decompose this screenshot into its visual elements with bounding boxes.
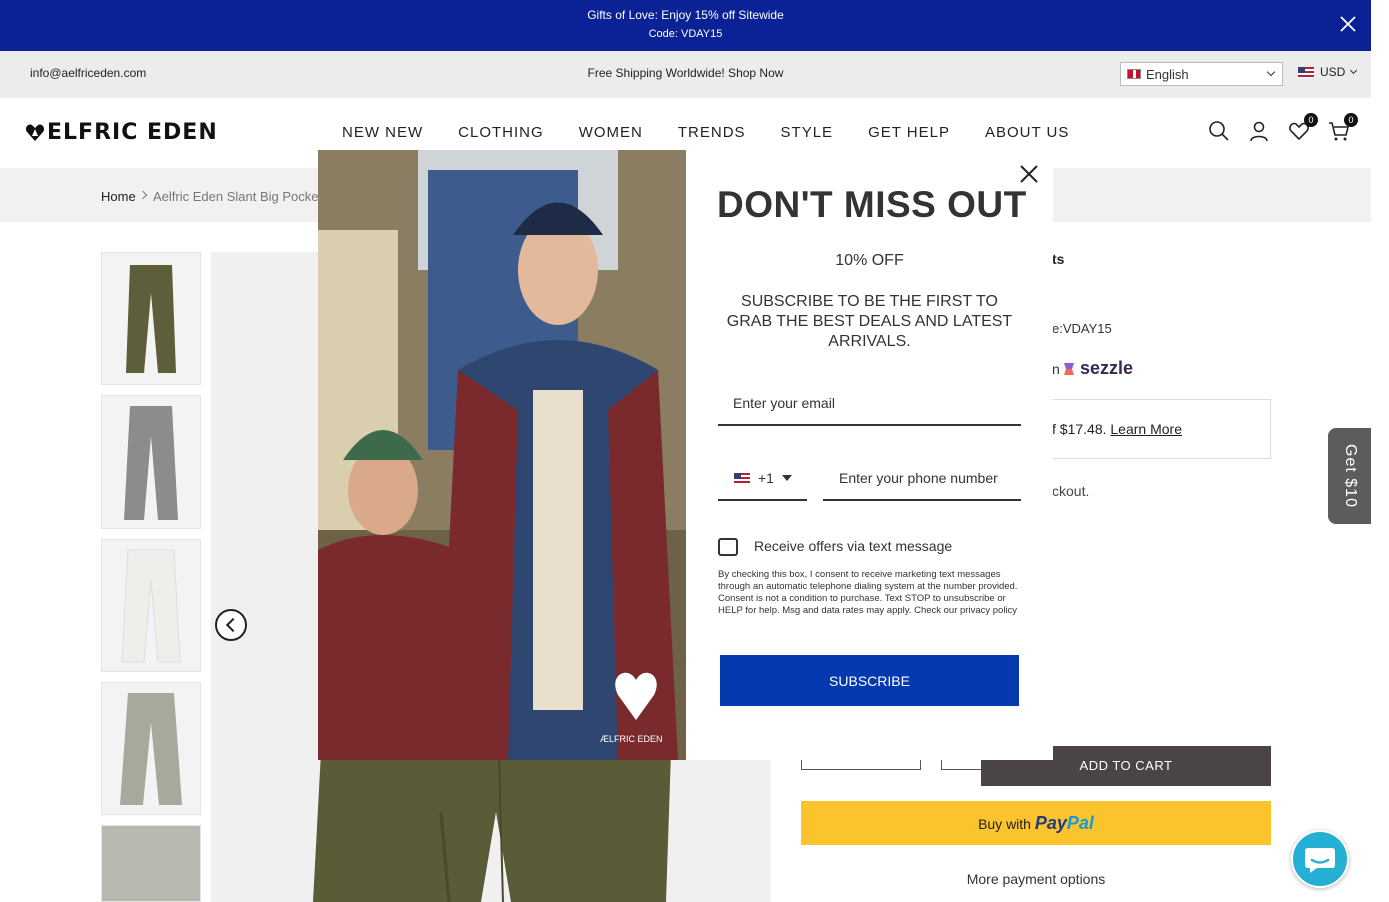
close-icon[interactable] — [1018, 163, 1040, 185]
legal-text: By checking this box, I consent to recei… — [718, 569, 1018, 616]
nav-item-about-us[interactable]: ABOUT US — [985, 124, 1069, 141]
installment-text: f $17.48. Learn More — [1052, 421, 1182, 437]
popup-subtitle: SUBSCRIBE TO BE THE FIRST TO GRAB THE BE… — [726, 293, 1013, 350]
topbar: info@aelfriceden.com Free Shipping World… — [0, 51, 1371, 98]
get-10-label: Get $10 — [1341, 444, 1359, 508]
nav-item-new[interactable]: NEW NEW — [342, 124, 423, 141]
cart-count-badge: 0 — [1344, 113, 1358, 127]
us-flag-icon — [734, 472, 750, 484]
wishlist-count-badge: 0 — [1304, 113, 1318, 127]
sezzle-logo[interactable]: sezzle — [1061, 358, 1133, 379]
email-field[interactable] — [718, 382, 1021, 426]
phone-field[interactable] — [823, 457, 1021, 501]
pants-image — [124, 406, 178, 520]
currency-select[interactable]: USD — [1298, 65, 1358, 79]
nav-item-trends[interactable]: TRENDS — [678, 124, 746, 141]
subscribe-button[interactable]: SUBSCRIBE — [720, 655, 1019, 706]
paypal-logo-pay: Pay — [1034, 813, 1067, 833]
product-title: ts — [1052, 251, 1065, 267]
sezzle-label: sezzle — [1080, 358, 1134, 378]
chevron-down-icon — [1266, 67, 1276, 77]
caret-down-icon — [781, 475, 792, 481]
pants-image — [126, 265, 176, 373]
search-icon[interactable] — [1208, 120, 1230, 142]
paypal-logo-pal: Pal — [1066, 813, 1094, 833]
announcement-bar: Gifts of Love: Enjoy 15% off Sitewide Co… — [0, 0, 1371, 51]
breadcrumb-home[interactable]: Home — [101, 189, 136, 204]
chevron-down-icon — [1350, 66, 1358, 75]
sezzle-prefix: n — [1052, 361, 1060, 377]
popup-offer: 10% OFF — [835, 252, 904, 269]
paypal-prefix: Buy with — [978, 816, 1031, 832]
sms-consent-checkbox[interactable] — [718, 538, 738, 556]
get-10-tab[interactable]: Get $10 — [1328, 428, 1371, 524]
more-payment-options-link[interactable]: More payment options — [801, 871, 1271, 887]
product-thumbnail[interactable] — [101, 395, 201, 529]
announcement-text: Gifts of Love: Enjoy 15% off Sitewide — [587, 8, 784, 22]
nav-item-get-help[interactable]: GET HELP — [868, 124, 950, 141]
models-photo: ÆLFRIC EDEN — [318, 150, 686, 760]
nav-item-style[interactable]: STYLE — [781, 124, 834, 141]
sms-consent-label: Receive offers via text message — [754, 538, 953, 554]
nav-item-clothing[interactable]: CLOTHING — [458, 124, 544, 141]
sezzle-icon — [1064, 362, 1074, 375]
chat-button[interactable] — [1291, 830, 1349, 888]
country-code-select[interactable]: +1 — [718, 457, 807, 501]
country-code-label: +1 — [758, 470, 774, 486]
previous-image-button[interactable] — [215, 609, 247, 641]
discount-code: e:VDAY15 — [1052, 321, 1112, 336]
header-icons: 0 0 — [1208, 113, 1358, 142]
logo-text: ELFRIC EDEN — [47, 120, 218, 145]
breadcrumb-current: Aelfric Eden Slant Big Pocket C — [153, 189, 336, 204]
language-select[interactable]: English — [1120, 62, 1283, 86]
main-nav: NEW NEW CLOTHING WOMEN TRENDS STYLE GET … — [342, 124, 1069, 141]
account-icon[interactable] — [1248, 120, 1270, 142]
wishlist-button[interactable]: 0 — [1288, 113, 1318, 142]
chevron-right-icon — [138, 190, 148, 200]
announcement-code: Code: VDAY15 — [648, 28, 723, 40]
language-label: English — [1146, 66, 1189, 82]
nav-item-women[interactable]: WOMEN — [579, 124, 643, 141]
us-flag-icon — [1298, 66, 1314, 78]
learn-more-link[interactable]: Learn More — [1110, 421, 1182, 437]
site-logo[interactable]: ELFRIC EDEN — [25, 120, 218, 145]
cart-button[interactable]: 0 — [1328, 113, 1358, 142]
popup-image-logo: ÆLFRIC EDEN — [600, 734, 663, 744]
product-thumbnail[interactable] — [101, 682, 201, 815]
installment-amount: f $17.48. — [1052, 421, 1107, 437]
chat-icon — [1305, 848, 1335, 873]
currency-label: USD — [1320, 65, 1346, 79]
newsletter-popup: ÆLFRIC EDEN DON'T MISS OUT 10% OFF SUBSC… — [318, 150, 1053, 760]
pants-image — [121, 549, 181, 663]
pants-image — [120, 693, 182, 805]
close-icon[interactable] — [1339, 15, 1357, 33]
logo-heart-icon — [25, 124, 45, 141]
product-thumbnail[interactable] — [101, 252, 201, 385]
popup-image: ÆLFRIC EDEN — [318, 150, 686, 760]
checkout-note: ckout. — [1052, 483, 1090, 499]
paypal-button[interactable]: Buy with PayPal — [801, 801, 1271, 845]
uk-flag-icon — [1127, 69, 1141, 79]
popup-title: DON'T MISS OUT — [717, 184, 1027, 225]
product-thumbnail[interactable] — [101, 825, 201, 902]
product-thumbnail[interactable] — [101, 539, 201, 672]
